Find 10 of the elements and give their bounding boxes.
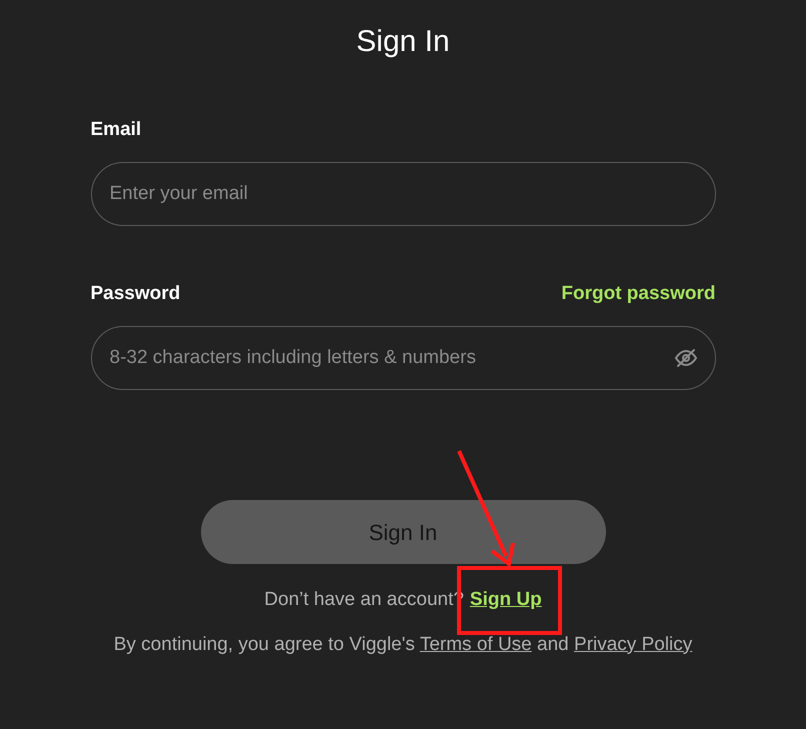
page-title: Sign In bbox=[356, 24, 450, 60]
legal-notice: By continuing, you agree to Viggle's Terms of Use and Privacy Policy bbox=[114, 632, 692, 656]
password-field[interactable]: 8-32 characters including letters & numbers bbox=[90, 326, 716, 390]
field-label: Password bbox=[90, 282, 180, 306]
sign-up-link[interactable]: Sign Up bbox=[470, 589, 542, 610]
email-field[interactable]: Enter your email bbox=[90, 162, 716, 226]
privacy-link[interactable]: Privacy Policy bbox=[574, 634, 692, 654]
field-label: Email bbox=[90, 118, 142, 142]
forgot-password-link[interactable]: Forgot password bbox=[561, 280, 716, 308]
terms-link[interactable]: Terms of Use bbox=[420, 634, 532, 654]
